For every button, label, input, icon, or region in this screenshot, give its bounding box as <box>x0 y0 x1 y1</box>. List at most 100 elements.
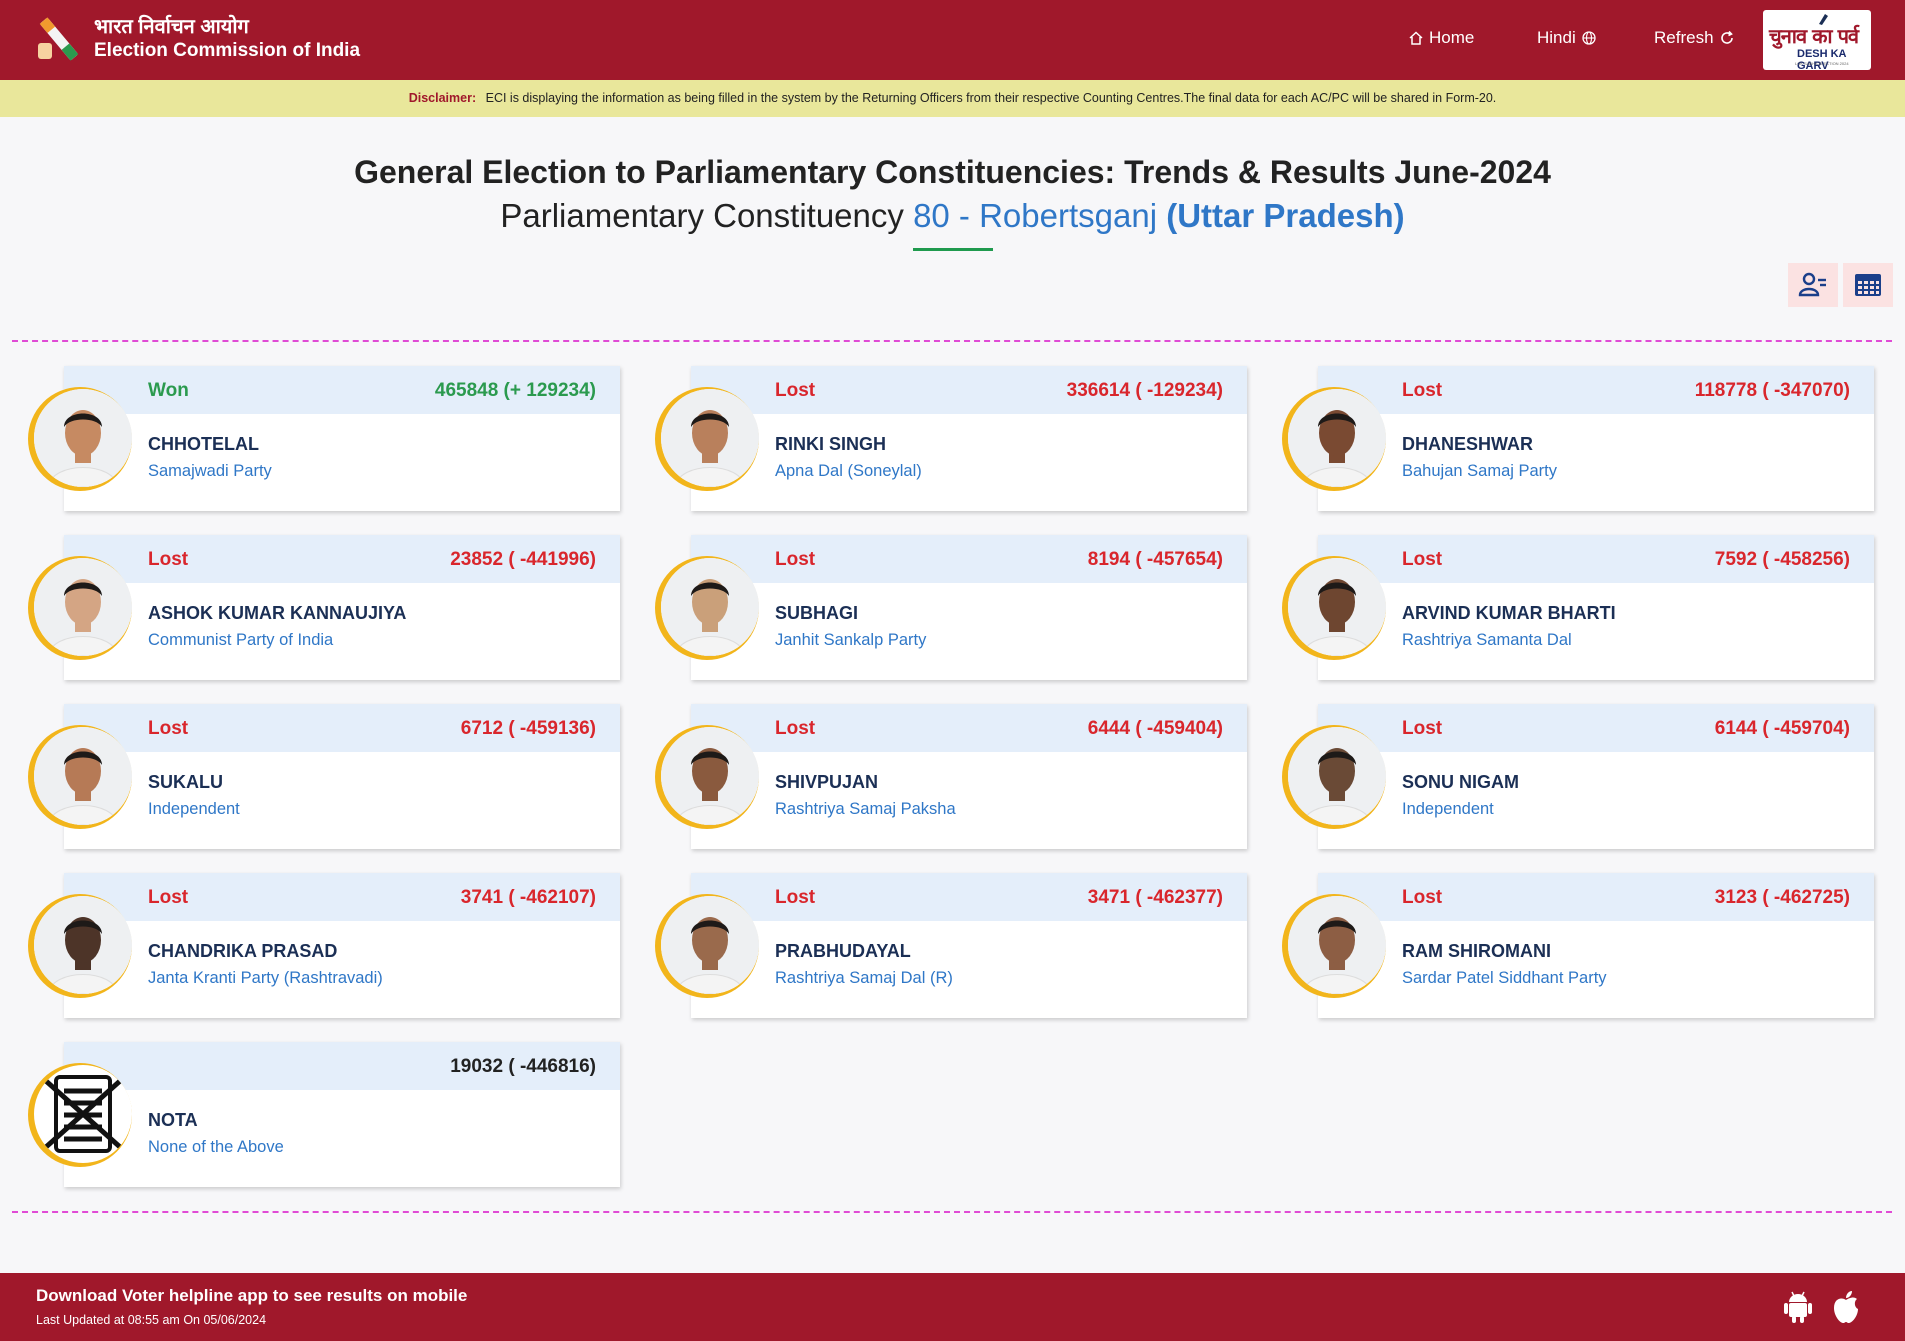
candidate-card[interactable]: Lost 3471 ( -462377) PRABHUDAYAL Rashtri… <box>639 873 1255 1018</box>
constituency-name: 80 - Robertsganj <box>913 197 1158 234</box>
disclaimer-label: Disclaimer: <box>408 91 477 105</box>
candidate-votes: 3123 ( -462725) <box>1714 887 1850 908</box>
avatar <box>34 727 132 825</box>
candidate-card[interactable]: Lost 3123 ( -462725) RAM SHIROMANI Sarda… <box>1266 873 1882 1018</box>
brand-hindi: भारत निर्वाचन आयोग <box>94 16 249 38</box>
candidate-name: SONU NIGAM <box>1402 772 1519 792</box>
candidate-card[interactable]: Lost 118778 ( -347070) DHANESHWAR Bahuja… <box>1266 366 1882 511</box>
candidate-party: None of the Above <box>148 1138 284 1156</box>
candidate-view-button[interactable] <box>1788 263 1838 307</box>
candidate-status: Lost <box>1402 718 1443 739</box>
candidate-name: CHANDRIKA PRASAD <box>148 941 338 961</box>
avatar <box>34 558 132 656</box>
candidate-photo-icon <box>661 389 759 487</box>
candidate-photo-icon <box>1288 896 1386 994</box>
table-view-button[interactable] <box>1843 263 1893 307</box>
candidate-avatar-ring <box>28 725 132 829</box>
candidate-name: NOTA <box>148 1110 198 1130</box>
heading-underline <box>913 248 993 251</box>
campaign-subtitle: LOK SABHA ELECTION 2024 <box>1795 61 1849 66</box>
candidate-card[interactable]: Lost 8194 ( -457654) SUBHAGI Janhit Sank… <box>639 535 1255 680</box>
candidate-votes: 23852 ( -441996) <box>450 549 596 570</box>
candidate-avatar-ring <box>655 387 759 491</box>
candidate-party: Independent <box>1402 800 1494 818</box>
candidate-name: RINKI SINGH <box>775 434 887 454</box>
candidate-card[interactable]: Lost 6444 ( -459404) SHIVPUJAN Rashtriya… <box>639 704 1255 849</box>
avatar <box>34 896 132 994</box>
candidate-card[interactable]: Lost 6712 ( -459136) SUKALU Independent <box>12 704 628 849</box>
candidate-name: ASHOK KUMAR KANNAUJIYA <box>148 603 407 623</box>
candidate-votes: 7592 ( -458256) <box>1714 549 1850 570</box>
state-name: (Uttar Pradesh) <box>1166 197 1405 234</box>
candidate-name: SUKALU <box>148 772 223 792</box>
avatar <box>661 896 759 994</box>
avatar <box>661 727 759 825</box>
candidate-status: Lost <box>148 887 189 908</box>
candidate-votes: 3741 ( -462107) <box>460 887 596 908</box>
candidate-avatar-ring <box>1282 894 1386 998</box>
candidate-name: CHHOTELAL <box>148 434 259 454</box>
eci-brand[interactable]: भारत निर्वाचन आयोग Election Commission o… <box>34 13 360 65</box>
candidate-avatar-ring <box>655 725 759 829</box>
candidate-party: Sardar Patel Siddhant Party <box>1402 969 1607 987</box>
apple-icon[interactable] <box>1830 1290 1862 1324</box>
last-updated: Last Updated at 08:55 am On 05/06/2024 <box>36 1313 267 1327</box>
candidate-votes: 3471 ( -462377) <box>1087 887 1223 908</box>
candidate-party: Samajwadi Party <box>148 462 272 480</box>
candidate-party: Independent <box>148 800 240 818</box>
candidate-card-body: Lost 3471 ( -462377) PRABHUDAYAL Rashtri… <box>691 873 1247 1018</box>
candidate-avatar-ring <box>1282 387 1386 491</box>
candidate-party: Rashtriya Samaj Dal (R) <box>775 969 953 987</box>
disclaimer-text: ECI is displaying the information as bei… <box>485 91 1497 105</box>
candidate-card[interactable]: Lost 6144 ( -459704) SONU NIGAM Independ… <box>1266 704 1882 849</box>
nav-hindi[interactable]: Hindi <box>1537 28 1597 48</box>
candidate-card[interactable]: Lost 7592 ( -458256) ARVIND KUMAR BHARTI… <box>1266 535 1882 680</box>
candidate-avatar-ring <box>28 894 132 998</box>
candidate-card-body: 19032 ( -446816) NOTA None of the Above <box>64 1042 620 1187</box>
candidate-votes: 465848 (+ 129234) <box>434 380 596 401</box>
candidate-party: Janhit Sankalp Party <box>775 631 927 649</box>
top-header: भारत निर्वाचन आयोग Election Commission o… <box>0 0 1905 80</box>
candidate-card-body: Lost 118778 ( -347070) DHANESHWAR Bahuja… <box>1318 366 1874 511</box>
footer: Download Voter helpline app to see resul… <box>0 1273 1905 1341</box>
candidate-card[interactable]: Won 465848 (+ 129234) CHHOTELAL Samajwad… <box>12 366 628 511</box>
candidate-card-body: Lost 6144 ( -459704) SONU NIGAM Independ… <box>1318 704 1874 849</box>
candidate-photo-icon <box>34 558 132 656</box>
candidate-card[interactable]: Lost 336614 ( -129234) RINKI SINGH Apna … <box>639 366 1255 511</box>
candidate-status: Lost <box>1402 549 1443 570</box>
candidate-card-body: Lost 6712 ( -459136) SUKALU Independent <box>64 704 620 849</box>
table-grid-icon <box>1855 274 1881 296</box>
candidate-card-body: Lost 336614 ( -129234) RINKI SINGH Apna … <box>691 366 1247 511</box>
avatar <box>1288 896 1386 994</box>
candidate-votes: 118778 ( -347070) <box>1694 380 1850 401</box>
candidate-status: Lost <box>775 887 816 908</box>
eci-logo-icon <box>38 17 79 61</box>
candidate-photo-icon <box>661 896 759 994</box>
nav-refresh[interactable]: Refresh <box>1654 28 1735 48</box>
user-list-icon <box>1798 272 1826 297</box>
candidate-name: PRABHUDAYAL <box>775 941 911 961</box>
nota-icon <box>44 1075 122 1153</box>
candidate-card-body: Lost 7592 ( -458256) ARVIND KUMAR BHARTI… <box>1318 535 1874 680</box>
candidate-photo-icon <box>661 558 759 656</box>
avatar <box>1288 727 1386 825</box>
candidate-status: Lost <box>775 549 816 570</box>
nav-home[interactable]: Home <box>1408 28 1474 48</box>
candidate-photo-icon <box>661 727 759 825</box>
candidate-avatar-ring <box>655 894 759 998</box>
candidate-party: Rashtriya Samaj Paksha <box>775 800 956 818</box>
candidate-avatar-ring <box>28 387 132 491</box>
candidate-card[interactable]: 19032 ( -446816) NOTA None of the Above <box>12 1042 628 1187</box>
android-icon[interactable] <box>1782 1290 1814 1324</box>
candidate-card-body: Won 465848 (+ 129234) CHHOTELAL Samajwad… <box>64 366 620 511</box>
candidate-name: DHANESHWAR <box>1402 434 1534 454</box>
candidate-name: ARVIND KUMAR BHARTI <box>1402 603 1616 623</box>
candidate-name: SHIVPUJAN <box>775 772 879 792</box>
candidate-photo-icon <box>34 727 132 825</box>
candidate-card[interactable]: Lost 3741 ( -462107) CHANDRIKA PRASAD Ja… <box>12 873 628 1018</box>
candidate-status: Lost <box>148 718 189 739</box>
candidate-party: Bahujan Samaj Party <box>1402 462 1558 480</box>
campaign-logo[interactable]: चुनाव का पर्व DESH KA GARV LOK SABHA ELE… <box>1763 10 1871 72</box>
candidate-votes: 336614 ( -129234) <box>1066 380 1223 401</box>
candidate-card[interactable]: Lost 23852 ( -441996) ASHOK KUMAR KANNAU… <box>12 535 628 680</box>
